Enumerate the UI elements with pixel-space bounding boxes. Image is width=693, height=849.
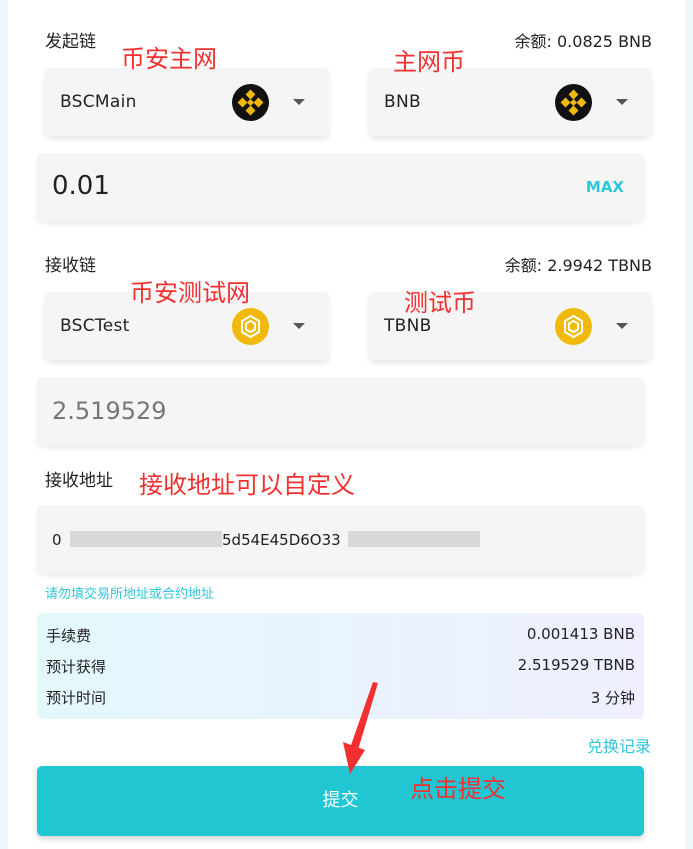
- from-amount-value: 0.01: [52, 171, 110, 201]
- from-token-select[interactable]: BNB: [369, 68, 651, 136]
- from-chain-value: BSCMain: [60, 92, 137, 112]
- fee-row: 手续费 0.001413 BNB: [46, 625, 635, 647]
- from-balance: 余额: 0.0825 BNB: [514, 32, 652, 51]
- address-value-start: 0: [52, 531, 62, 549]
- annotation-address-note: 接收地址可以自定义: [139, 471, 355, 499]
- fee-row-key: 手续费: [46, 627, 92, 645]
- fee-row: 预计获得 2.519529 TBNB: [46, 656, 635, 678]
- bnb-test-icon: [232, 308, 269, 345]
- address-hint: 请勿填交易所地址或合约地址: [45, 587, 215, 602]
- annotation-main-coin: 主网币: [393, 48, 465, 76]
- annotation-test-chain: 币安测试网: [130, 279, 250, 307]
- from-chain-select[interactable]: BSCMain: [45, 68, 329, 136]
- receive-address-label: 接收地址: [45, 471, 113, 491]
- address-redaction: [348, 531, 480, 547]
- chevron-down-icon: [293, 99, 305, 105]
- fee-row-value: 3 分钟: [590, 689, 635, 707]
- fee-row-value: 0.001413 BNB: [526, 625, 635, 643]
- bnb-icon: [232, 84, 269, 121]
- from-chain-label: 发起链: [45, 32, 96, 52]
- fee-row-key: 预计时间: [46, 689, 107, 707]
- chevron-down-icon: [293, 323, 305, 329]
- to-balance: 余额: 2.9942 TBNB: [504, 256, 652, 275]
- to-amount-value: 2.519529: [52, 397, 167, 425]
- annotation-test-coin: 测试币: [404, 289, 476, 317]
- annotation-click-submit: 点击提交: [410, 775, 506, 803]
- to-chain-label: 接收链: [45, 256, 96, 276]
- max-button[interactable]: MAX: [586, 178, 624, 196]
- chevron-down-icon: [616, 323, 628, 329]
- chevron-down-icon: [616, 99, 628, 105]
- bnb-icon: [555, 84, 592, 121]
- from-amount-input[interactable]: 0.01 MAX: [37, 153, 644, 221]
- to-amount-field: 2.519529: [37, 377, 644, 445]
- address-redaction: [70, 531, 222, 547]
- fee-row-value: 2.519529 TBNB: [517, 656, 635, 674]
- annotation-main-chain: 币安主网: [121, 45, 217, 73]
- from-token-value: BNB: [384, 92, 421, 112]
- to-token-value: TBNB: [384, 316, 432, 336]
- annotation-arrow: [343, 682, 378, 774]
- history-link[interactable]: 兑换记录: [587, 733, 651, 757]
- bnb-test-icon: [555, 308, 592, 345]
- fee-row-key: 预计获得: [46, 658, 107, 676]
- to-chain-value: BSCTest: [60, 316, 130, 336]
- address-value-mid: 5d54E45D6O33: [222, 531, 341, 549]
